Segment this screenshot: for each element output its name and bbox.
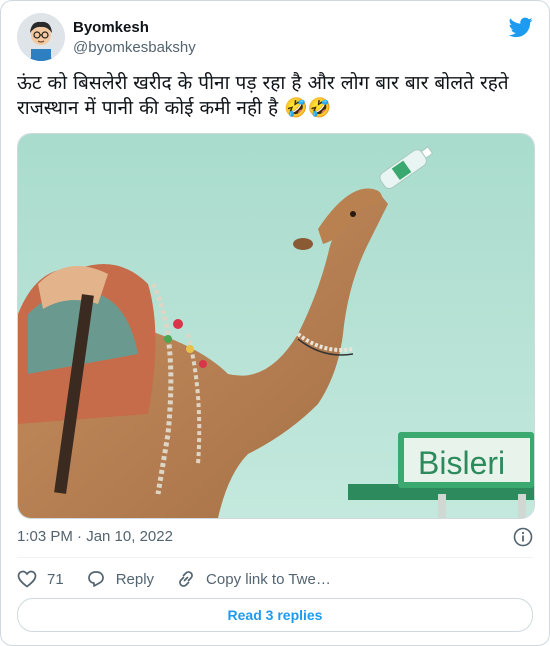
read-replies-button[interactable]: Read 3 replies (17, 598, 533, 632)
display-name[interactable]: Byomkesh (73, 18, 196, 38)
tweet-timestamp[interactable]: 1:03 PM · Jan 10, 2022 (17, 527, 173, 547)
copy-link-label: Copy link to Twe… (206, 570, 331, 588)
heart-icon (17, 570, 37, 588)
user-handle[interactable]: @byomkesbakshy (73, 38, 196, 58)
tweet-header: Byomkesh @byomkesbakshy (17, 13, 533, 63)
tweet-text-line-2: राजस्थान में पानी की कोई कमी नही है 🤣🤣 (17, 97, 332, 119)
bird-icon[interactable] (508, 15, 533, 39)
tweet-text: ऊंट को बिसलेरी खरीद के पीना पड़ रहा है औ… (17, 71, 535, 121)
divider (17, 557, 533, 558)
reply-label: Reply (115, 570, 155, 588)
tweet-card: Byomkesh @byomkesbakshy ऊंट को बिसलेरी ख… (0, 0, 550, 646)
info-icon[interactable] (513, 527, 533, 547)
action-bar: 71 Reply Copy link to Twe… (17, 567, 353, 591)
like-button[interactable]: 71 (17, 569, 64, 589)
reply-icon (87, 571, 104, 587)
reply-button[interactable]: Reply (86, 569, 154, 589)
sign-text: Bisleri (418, 445, 505, 481)
copy-link-button[interactable]: Copy link to Twe… (176, 569, 331, 589)
link-icon (179, 571, 193, 587)
avatar[interactable] (17, 13, 65, 61)
tweet-text-line-1: ऊंट को बिसलेरी खरीद के पीना पड़ रहा है औ… (17, 72, 509, 94)
tweet-photo[interactable]: Bisleri (17, 133, 535, 519)
like-count: 71 (47, 570, 64, 588)
author-names[interactable]: Byomkesh @byomkesbakshy (73, 18, 196, 58)
